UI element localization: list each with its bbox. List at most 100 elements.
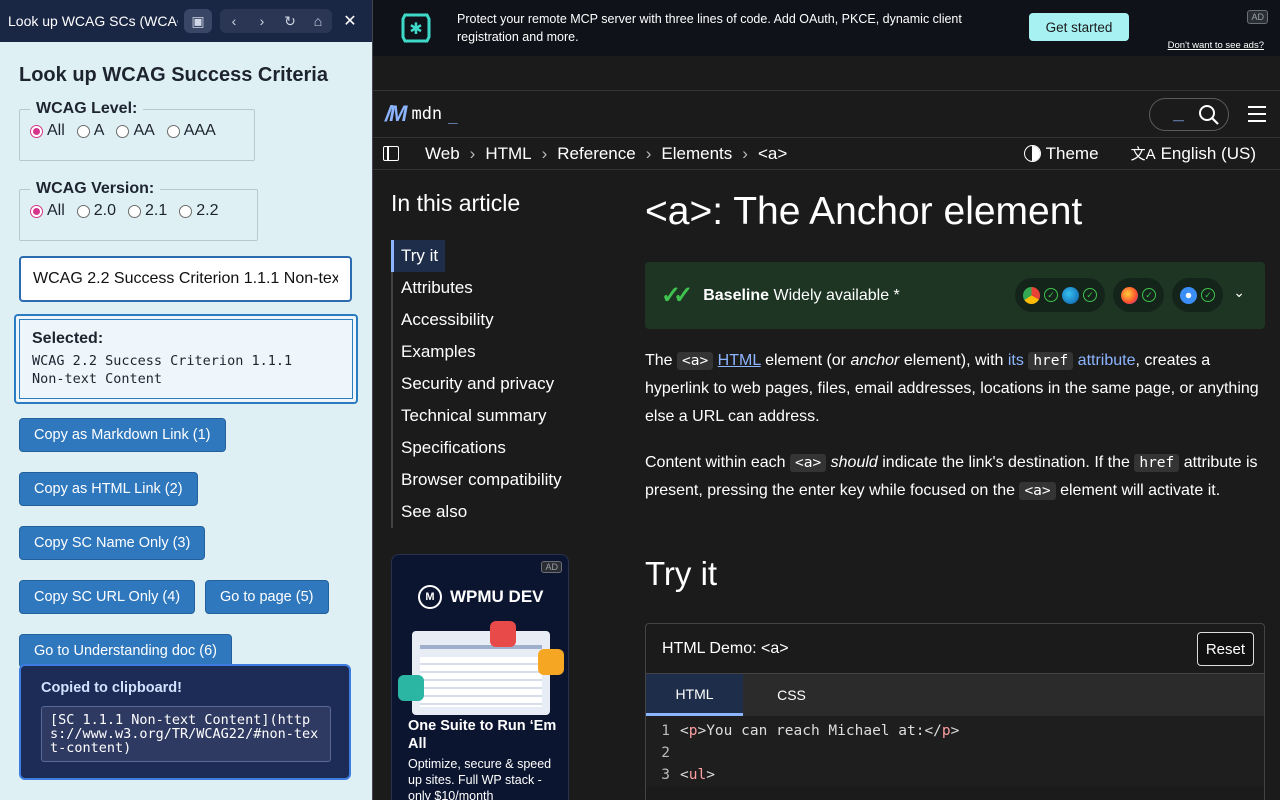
code-token: p [688, 723, 698, 739]
check-icon: ✓ [1083, 288, 1097, 302]
copy-name-button[interactable]: Copy SC Name Only (3) [19, 526, 206, 560]
theme-button[interactable]: Theme [1023, 144, 1099, 164]
toc-item-technical-summary[interactable]: Technical summary [393, 400, 591, 432]
reload-icon[interactable]: ↻ [276, 9, 304, 33]
tab-css[interactable]: CSS [743, 674, 840, 716]
panel-heading: Look up WCAG Success Criteria [19, 64, 328, 86]
toc-item-examples[interactable]: Examples [393, 336, 591, 368]
language-button[interactable]: 文A English (US) [1131, 143, 1256, 164]
go-understanding-button[interactable]: Go to Understanding doc (6) [19, 634, 232, 668]
code-line: 1 < p > You can reach Michael at: </p > [646, 720, 1264, 742]
search-button[interactable]: _ [1149, 98, 1229, 131]
selected-label: Selected: [32, 330, 104, 347]
code-line: 2 [646, 742, 1264, 764]
ad-banner[interactable]: ✱ Protect your remote MCP server with th… [373, 0, 1280, 56]
radio-selected-icon[interactable] [30, 124, 43, 138]
code-line: 3 < ul > [646, 764, 1264, 786]
toc: In this article Try it Attributes Access… [391, 190, 591, 528]
radio-label: All [47, 202, 65, 219]
mdn-logo-text: mdn [411, 104, 443, 124]
tab-html[interactable]: HTML [646, 674, 743, 716]
radio-icon[interactable] [76, 204, 90, 218]
toc-item-try-it[interactable]: Try it [391, 240, 445, 272]
device-icon[interactable]: ▣ [184, 9, 212, 33]
code-token: p [941, 723, 951, 739]
breadcrumb-reference[interactable]: Reference [557, 144, 635, 164]
sidebar-toggle-icon[interactable] [383, 146, 399, 161]
chevron-down-icon[interactable]: ⌄ [1233, 284, 1245, 301]
back-icon[interactable]: ‹ [220, 9, 248, 33]
demo-tabs: HTML CSS [646, 674, 1264, 716]
emphasis: should [830, 454, 878, 471]
breadcrumb-elements[interactable]: Elements [661, 144, 732, 164]
href-attribute-link[interactable]: attribute [1073, 352, 1136, 369]
baseline-check-icon: ✓✓ [661, 282, 693, 309]
version-radio-2-0[interactable]: 2.0 [76, 202, 117, 220]
side-panel-tab-title[interactable]: Look up WCAG SCs (WCAG... [8, 13, 178, 29]
level-radio-a[interactable]: A [76, 122, 105, 140]
inline-code: <a> [1019, 482, 1056, 500]
version-radio-all[interactable]: All [30, 202, 65, 220]
toc-item-specifications[interactable]: Specifications [393, 432, 591, 464]
radio-icon[interactable] [166, 124, 180, 138]
breadcrumb-html[interactable]: HTML [485, 144, 531, 164]
toc-item-attributes[interactable]: Attributes [393, 272, 591, 304]
go-to-page-button[interactable]: Go to page (5) [205, 580, 329, 614]
baseline-status: Widely available * [773, 286, 900, 304]
ad-badge: AD [541, 561, 562, 573]
breadcrumb-web[interactable]: Web [425, 144, 460, 164]
level-radio-aaa[interactable]: AAA [166, 122, 216, 140]
radio-label: AAA [183, 122, 216, 139]
copy-markdown-button[interactable]: Copy as Markdown Link (1) [19, 418, 226, 452]
sc-search-input[interactable] [19, 256, 352, 302]
baseline-banner[interactable]: ✓✓ Baseline Widely available * ✓ ✓ ✓ ✓ ⌄ [645, 262, 1265, 329]
mdn-logo[interactable]: /M mdn _ [385, 101, 458, 127]
code-token: < [680, 723, 689, 739]
radio-icon[interactable] [116, 124, 130, 138]
speed-icon [398, 675, 424, 701]
try-it-heading: Try it [645, 555, 718, 592]
code-token: ul [688, 767, 707, 783]
toc-item-see-also[interactable]: See also [393, 496, 591, 528]
clipboard-toast: Copied to clipboard! [SC 1.1.1 Non-text … [19, 664, 351, 780]
copy-url-button[interactable]: Copy SC URL Only (4) [19, 580, 196, 614]
level-radio-all[interactable]: All [30, 122, 65, 140]
forward-icon[interactable]: › [248, 9, 276, 33]
reset-button[interactable]: Reset [1196, 632, 1254, 666]
sponsor-logo-icon: ✱ [401, 13, 431, 43]
level-radio-aa[interactable]: AA [116, 122, 155, 140]
toc-item-security[interactable]: Security and privacy [393, 368, 591, 400]
radio-label: A [93, 122, 105, 139]
version-radio-2-2[interactable]: 2.2 [179, 202, 219, 220]
line-number: 2 [661, 745, 670, 761]
copy-html-button[interactable]: Copy as HTML Link (2) [19, 472, 198, 506]
code-token: </ [924, 723, 942, 739]
menu-icon[interactable] [1248, 106, 1266, 122]
radio-label: All [47, 122, 65, 139]
inline-code: <a> [677, 352, 714, 370]
promo-dashboard-image [412, 631, 550, 715]
intro-paragraph: The <a> HTML element (or anchor element)… [645, 347, 1265, 431]
href-attribute-link[interactable]: its [1008, 352, 1028, 369]
radio-icon[interactable] [179, 204, 193, 218]
sidebar-ad[interactable]: AD M WPMU DEV One Suite to Run ‘Em All O… [391, 554, 569, 800]
text: Content within each [645, 454, 790, 471]
code-editor[interactable]: 1 < p > You can reach Michael at: </p > 2 3 <… [646, 716, 1264, 786]
dismiss-ads-link[interactable]: Don't want to see ads? [1168, 40, 1264, 51]
translate-icon: 文A [1130, 146, 1156, 163]
close-icon[interactable]: ✕ [336, 9, 364, 33]
wcag-level-group: WCAG Level: All A AA AAA [19, 100, 255, 161]
radio-selected-icon[interactable] [30, 204, 43, 218]
html-link[interactable]: HTML [718, 352, 761, 369]
breadcrumb-bar: Web › HTML › Reference › Elements › <a> … [373, 138, 1280, 170]
version-radio-2-1[interactable]: 2.1 [128, 202, 167, 220]
toc-item-accessibility[interactable]: Accessibility [393, 304, 591, 336]
toast-title: Copied to clipboard! [41, 680, 182, 696]
toc-item-browser-compat[interactable]: Browser compatibility [393, 464, 591, 496]
inline-code: href [1134, 454, 1180, 472]
get-started-button[interactable]: Get started [1029, 13, 1129, 41]
radio-icon[interactable] [128, 204, 142, 218]
radio-icon[interactable] [76, 124, 90, 138]
radio-label: 2.0 [93, 202, 117, 219]
home-icon[interactable]: ⌂ [304, 9, 332, 33]
